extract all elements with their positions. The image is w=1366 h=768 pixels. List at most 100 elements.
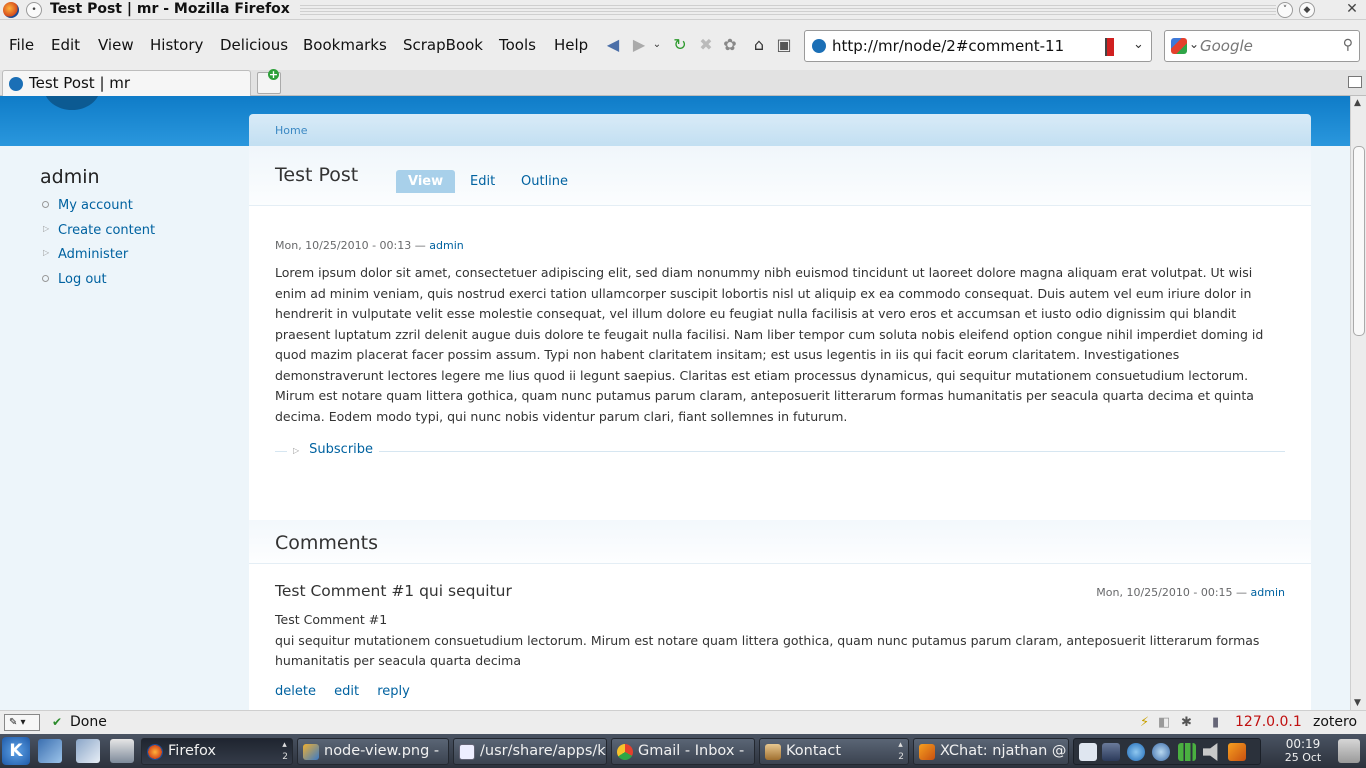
kde-start-icon[interactable]: K (2, 737, 30, 765)
task-xchat[interactable]: XChat: njathan @ (913, 738, 1069, 765)
status-tool-icon[interactable]: ✎ ▾ (4, 714, 40, 731)
sidebar-item-create-content[interactable]: ▷ Create content (40, 223, 240, 248)
monitor-icon[interactable] (1102, 743, 1120, 761)
menu-bookmarks[interactable]: Bookmarks (303, 36, 387, 54)
addon-icon[interactable]: ✿ (720, 35, 740, 55)
tab-list-icon[interactable] (1348, 76, 1362, 88)
tab-view[interactable]: View (396, 170, 456, 193)
xchat-icon (919, 744, 935, 760)
volume-icon[interactable] (1203, 743, 1218, 761)
clipboard-icon[interactable] (1079, 743, 1097, 761)
subscribe-label[interactable]: Subscribe (309, 442, 373, 457)
close-icon[interactable]: ✕ (1344, 2, 1360, 18)
tab-edit[interactable]: Edit (458, 170, 507, 193)
sidebar-item-log-out[interactable]: Log out (40, 272, 240, 297)
subscribe-toggle[interactable]: ▷ Subscribe (287, 442, 380, 457)
comment-edit-link[interactable]: edit (334, 684, 359, 699)
network-icon[interactable] (1127, 743, 1145, 761)
scroll-down-icon[interactable]: ▼ (1354, 698, 1361, 708)
url-dropdown-icon[interactable]: ⌄ (1133, 37, 1144, 52)
page-info-icon[interactable]: ▮ (1212, 715, 1219, 730)
desktop-icon[interactable] (38, 739, 62, 763)
task-kontact[interactable]: Kontact ▴ 2 (759, 738, 909, 765)
trash-icon[interactable] (1338, 739, 1360, 763)
window-list-icon[interactable] (110, 739, 134, 763)
search-icon[interactable]: ⚲ (1343, 37, 1353, 53)
new-tab-icon[interactable] (257, 69, 281, 94)
scroll-thumb[interactable] (1353, 146, 1365, 336)
history-dropdown-icon[interactable]: ⌄ (647, 35, 667, 55)
url-extension-icon[interactable] (1105, 38, 1125, 56)
file-manager-icon[interactable] (76, 739, 100, 763)
signal-icon[interactable] (1178, 743, 1196, 761)
cookie-icon[interactable]: ◧ (1158, 715, 1170, 730)
breadcrumb-home[interactable]: Home (275, 124, 307, 137)
clock[interactable]: 00:19 25 Oct (1270, 737, 1336, 765)
menu-delicious[interactable]: Delicious (220, 36, 288, 54)
sidebar-item-my-account[interactable]: My account (40, 198, 240, 223)
forward-icon[interactable]: ▶ (629, 35, 649, 55)
sidebar-link[interactable]: My account (58, 198, 133, 213)
google-icon[interactable] (1171, 38, 1187, 54)
search-engine-dropdown-icon[interactable]: ⌄ (1189, 37, 1199, 51)
task-gmail[interactable]: Gmail - Inbox - (611, 738, 755, 765)
chrome-icon (617, 744, 633, 760)
comment-author-link[interactable]: admin (1251, 586, 1285, 599)
tab-label: Test Post | mr (29, 74, 131, 92)
menu-file[interactable]: File (9, 36, 34, 54)
expand-arrow-icon: ▷ (43, 223, 50, 233)
sidebar-link[interactable]: Administer (58, 247, 128, 262)
back-icon[interactable]: ◀ (603, 35, 623, 55)
xchat-tray-icon[interactable] (1228, 743, 1246, 761)
tab-test-post[interactable]: Test Post | mr (2, 70, 251, 96)
search-input[interactable]: Google (1200, 37, 1253, 55)
task-firefox[interactable]: Firefox ▴ 2 (141, 738, 293, 765)
sidebar-item-administer[interactable]: ▷ Administer (40, 247, 240, 272)
task-label: Gmail - Inbox - (638, 743, 745, 759)
stop-icon[interactable]: ✖ (696, 35, 716, 55)
sidebar-title: admin (40, 166, 100, 188)
maximize-icon[interactable]: ◆ (1299, 2, 1315, 18)
reload-icon[interactable]: ↻ (670, 35, 690, 55)
scroll-up-icon[interactable]: ▲ (1354, 98, 1361, 108)
window-menu-icon[interactable]: • (26, 2, 42, 18)
minimize-icon[interactable]: ˅ (1277, 2, 1293, 18)
task-label: Kontact (786, 743, 842, 759)
url-text[interactable]: http://mr/node/2#comment-11 (832, 37, 1064, 55)
done-check-icon: ✔ (52, 715, 63, 729)
bookmark-manager-icon[interactable]: ▣ (774, 35, 794, 55)
help-icon[interactable] (1152, 743, 1170, 761)
home-icon[interactable]: ⌂ (749, 35, 769, 55)
comment-title[interactable]: Test Comment #1 qui sequitur (275, 582, 512, 600)
taskbar: K Firefox ▴ 2 node-view.png - /usr/share/… (0, 734, 1366, 768)
url-bar[interactable]: http://mr/node/2#comment-11 ⌄ (804, 30, 1152, 62)
page-scrollbar[interactable]: ▲ ▼ (1350, 96, 1366, 710)
comments-header: Comments (249, 520, 1311, 564)
author-link[interactable]: admin (429, 239, 463, 252)
bullet-icon (42, 274, 49, 282)
menu-tools[interactable]: Tools (499, 36, 536, 54)
task-editor[interactable]: /usr/share/apps/k (453, 738, 607, 765)
sidebar-link[interactable]: Log out (58, 272, 107, 287)
task-count: ▴ 2 (282, 740, 288, 762)
tab-outline[interactable]: Outline (509, 170, 580, 193)
menu-edit[interactable]: Edit (51, 36, 80, 54)
bug-icon[interactable]: ✱ (1181, 715, 1192, 730)
comment-delete-link[interactable]: delete (275, 684, 316, 699)
ip-address[interactable]: 127.0.0.1 (1235, 714, 1302, 730)
menu-scrapbook[interactable]: ScrapBook (403, 36, 483, 54)
menu-history[interactable]: History (150, 36, 203, 54)
task-count: ▴ 2 (898, 740, 904, 762)
node-article: Test Post View Edit Outline Mon, 10/25/2… (249, 146, 1311, 520)
sidebar-link[interactable]: Create content (58, 223, 155, 238)
task-image-viewer[interactable]: node-view.png - (297, 738, 449, 765)
zotero-button[interactable]: zotero (1313, 714, 1357, 730)
menubar: File Edit View History Delicious Bookmar… (0, 20, 1366, 70)
lightning-icon[interactable]: ⚡ (1140, 715, 1149, 730)
node-body: Lorem ipsum dolor sit amet, consectetuer… (275, 265, 1264, 424)
search-bar[interactable]: ⌄ Google ⚲ (1164, 30, 1360, 62)
menu-help[interactable]: Help (554, 36, 588, 54)
firefox-icon[interactable] (3, 2, 19, 18)
comment-reply-link[interactable]: reply (377, 684, 410, 699)
menu-view[interactable]: View (98, 36, 134, 54)
